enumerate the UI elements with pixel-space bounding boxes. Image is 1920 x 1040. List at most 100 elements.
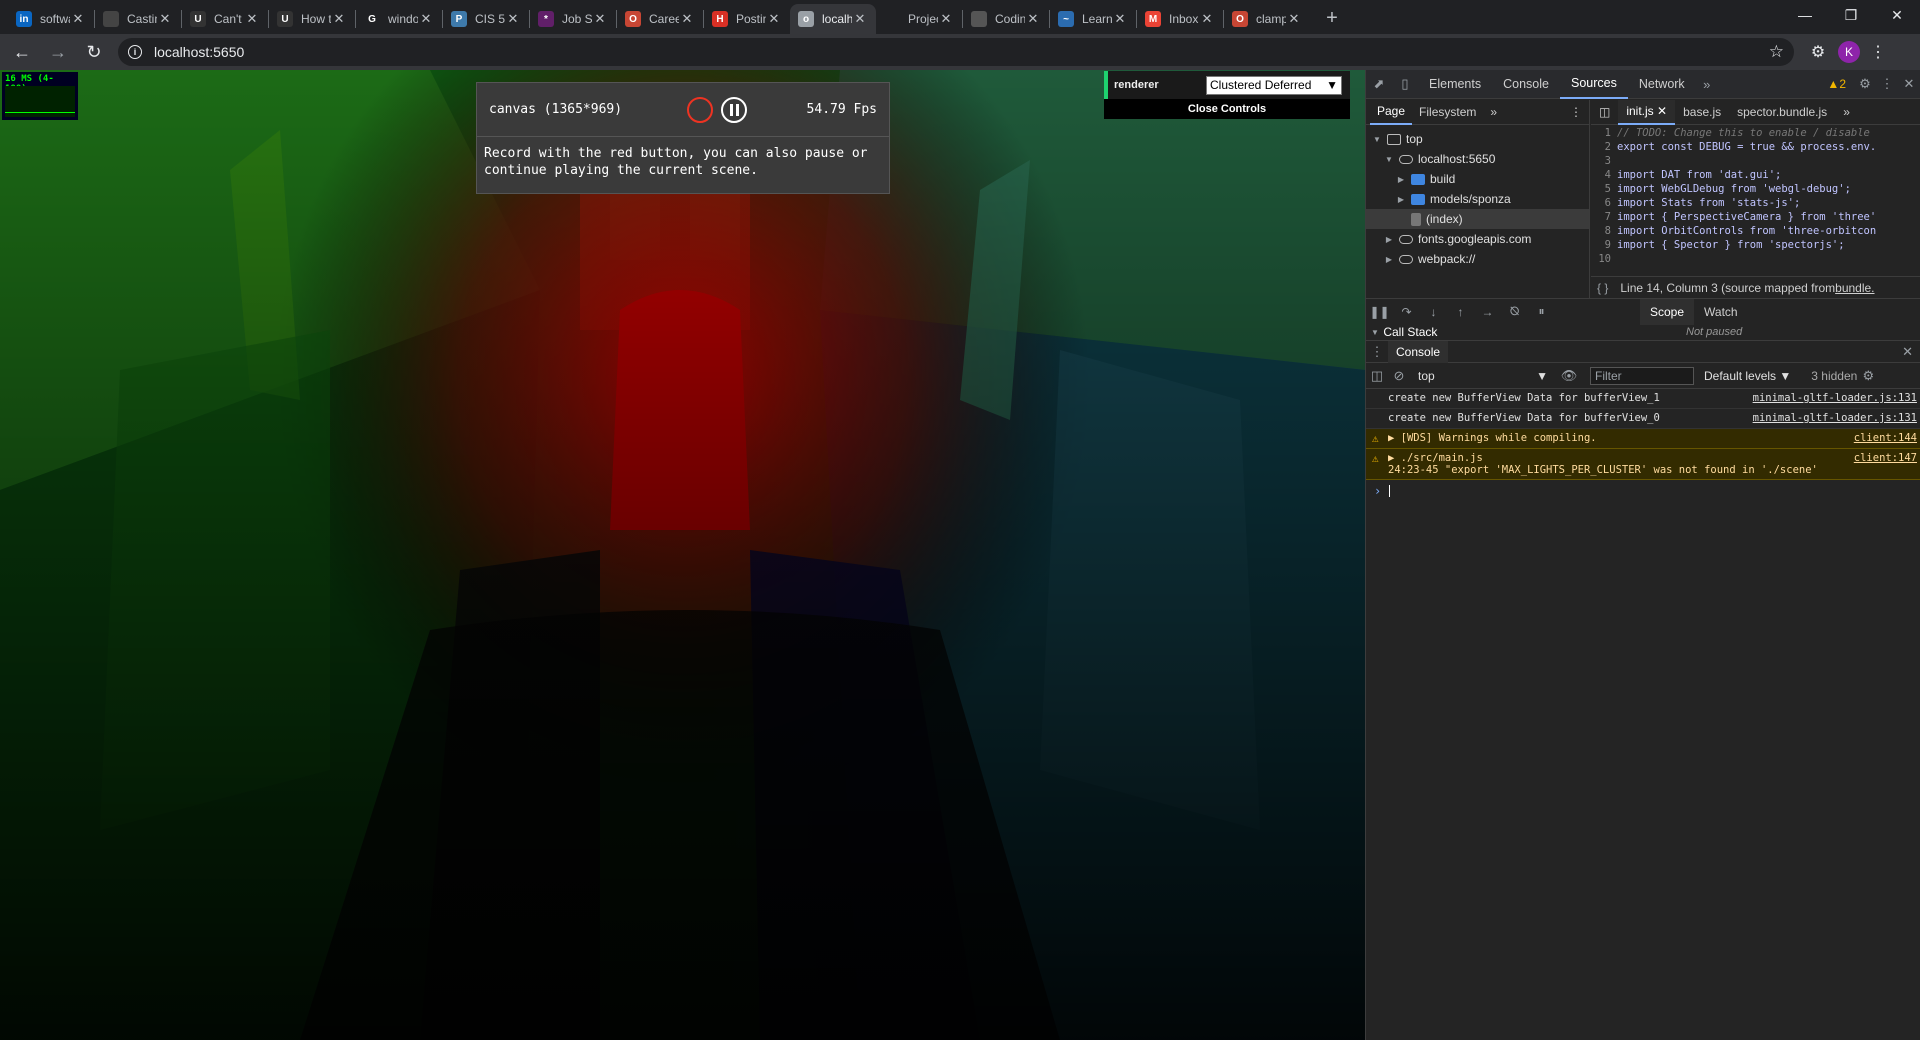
address-bar[interactable]: i localhost:5650 ☆: [118, 38, 1794, 66]
browser-tab[interactable]: P CIS 565✕: [443, 4, 529, 34]
line-number[interactable]: 2: [1591, 141, 1617, 155]
tree-item[interactable]: ▶ webpack://: [1366, 249, 1589, 269]
back-icon[interactable]: ←: [8, 38, 36, 66]
close-tab-icon[interactable]: ✕: [418, 11, 434, 27]
call-stack-header[interactable]: ▼ Call Stack: [1366, 324, 1640, 340]
tab-network[interactable]: Network: [1628, 70, 1696, 99]
message-source-link[interactable]: minimal-gltf-loader.js:131: [1753, 412, 1917, 424]
source-code[interactable]: 1// TODO: Change this to enable / disabl…: [1591, 125, 1920, 267]
warnings-badge[interactable]: ▲2: [1827, 77, 1846, 91]
message-source-link[interactable]: client:144: [1854, 432, 1917, 444]
source-map-link[interactable]: bundle.: [1835, 281, 1874, 295]
extensions-icon[interactable]: ⚙: [1806, 42, 1830, 62]
line-number[interactable]: 1: [1591, 127, 1617, 141]
close-tab-icon[interactable]: ✕: [938, 11, 954, 27]
tree-item[interactable]: ▶ build: [1366, 169, 1589, 189]
url-text[interactable]: localhost:5650: [154, 44, 1769, 60]
toggle-navigator-icon[interactable]: ◫: [1591, 100, 1618, 125]
step-icon[interactable]: →: [1474, 305, 1501, 319]
record-button[interactable]: [687, 96, 713, 123]
console-filter-input[interactable]: Filter: [1590, 366, 1694, 385]
drawer-menu-icon[interactable]: ⋮: [1366, 344, 1388, 360]
browser-tab[interactable]: Coding L✕: [963, 4, 1049, 34]
close-tab-icon[interactable]: ✕: [331, 11, 347, 27]
nav-tab-filesystem[interactable]: Filesystem: [1412, 100, 1483, 125]
close-devtools-icon[interactable]: ✕: [1898, 76, 1920, 92]
expand-arrow-icon[interactable]: ▶: [1396, 175, 1406, 184]
restore-icon[interactable]: ❐: [1828, 0, 1874, 30]
browser-tab[interactable]: in software✕: [8, 4, 94, 34]
editor-tab-base-js[interactable]: base.js: [1675, 100, 1729, 125]
browser-tab[interactable]: * Job Softw✕: [530, 4, 616, 34]
webgl-canvas[interactable]: 16 MS (4-188) canvas (1365*969) 54.79 Fp…: [0, 70, 1365, 1040]
console-sidebar-icon[interactable]: ◫: [1366, 368, 1388, 384]
step-over-icon[interactable]: ↷: [1393, 305, 1420, 319]
minimize-icon[interactable]: —: [1782, 0, 1828, 30]
tree-item[interactable]: ▼ localhost:5650: [1366, 149, 1589, 169]
close-window-icon[interactable]: ✕: [1874, 0, 1920, 30]
expand-arrow-icon[interactable]: ▶: [1384, 255, 1394, 264]
browser-tab[interactable]: ~ LearnOp✕: [1050, 4, 1136, 34]
browser-tab[interactable]: U How to✕: [269, 4, 355, 34]
console-settings-icon[interactable]: ⚙: [1857, 368, 1879, 384]
message-source-link[interactable]: client:147: [1854, 452, 1917, 464]
browser-tab[interactable]: U Can't Pla✕: [182, 4, 268, 34]
editor-tab-spector-bundle[interactable]: spector.bundle.js: [1729, 100, 1835, 125]
close-tab-icon[interactable]: ✕: [852, 11, 868, 27]
settings-gear-icon[interactable]: ⚙: [1854, 76, 1876, 92]
editor-tab-init-js[interactable]: init.js ✕: [1618, 99, 1676, 125]
expand-arrow-icon[interactable]: ▶: [1396, 195, 1406, 204]
more-nav-tabs-icon[interactable]: »: [1483, 100, 1504, 125]
browser-tab[interactable]: H Postings✕: [704, 4, 790, 34]
browser-menu-icon[interactable]: ⋮: [1868, 42, 1888, 62]
close-tab-icon[interactable]: ✕: [679, 11, 695, 27]
expand-arrow-icon[interactable]: ▶: [1384, 235, 1394, 244]
line-number[interactable]: 10: [1591, 253, 1617, 267]
tree-item[interactable]: ▼ top: [1366, 129, 1589, 149]
canvas-selector[interactable]: canvas (1365*969): [489, 102, 675, 117]
reload-icon[interactable]: ↻: [80, 38, 108, 66]
devtools-menu-icon[interactable]: ⋮: [1876, 76, 1898, 92]
live-expression-eye-icon[interactable]: 👁: [1558, 368, 1580, 384]
pause-script-icon[interactable]: ❚❚: [1366, 305, 1393, 319]
close-controls-button[interactable]: Close Controls: [1104, 99, 1350, 119]
tab-console[interactable]: Console: [1492, 70, 1560, 99]
browser-tab[interactable]: Casting✕: [95, 4, 181, 34]
step-into-icon[interactable]: ↓: [1420, 305, 1447, 319]
console-drawer-tab[interactable]: Console: [1388, 340, 1449, 363]
tree-item[interactable]: ▶ fonts.googleapis.com: [1366, 229, 1589, 249]
tab-watch[interactable]: Watch: [1694, 299, 1748, 325]
tree-item[interactable]: ▶ models/sponza: [1366, 189, 1589, 209]
expand-arrow-icon[interactable]: ▼: [1384, 155, 1394, 164]
more-tabs-icon[interactable]: »: [1696, 77, 1718, 92]
close-tab-icon[interactable]: ✕: [1112, 11, 1128, 27]
pretty-print-icon[interactable]: { }: [1597, 281, 1608, 295]
close-tab-icon[interactable]: ✕: [766, 11, 782, 27]
step-out-icon[interactable]: ↑: [1447, 305, 1474, 319]
device-toolbar-icon[interactable]: ▯: [1392, 70, 1418, 99]
clear-console-icon[interactable]: ⊘: [1388, 368, 1410, 384]
profile-avatar[interactable]: K: [1838, 41, 1860, 63]
message-source-link[interactable]: minimal-gltf-loader.js:131: [1753, 392, 1917, 404]
log-levels-dropdown[interactable]: Default levels ▼: [1704, 369, 1791, 383]
deactivate-breakpoints-icon[interactable]: ⦰: [1501, 304, 1528, 319]
close-tab-icon[interactable]: ✕: [505, 11, 521, 27]
browser-tab[interactable]: Gwindows✕: [356, 4, 442, 34]
close-tab-icon[interactable]: ✕: [1286, 11, 1302, 27]
line-number[interactable]: 6: [1591, 197, 1617, 211]
close-drawer-icon[interactable]: ✕: [1902, 344, 1913, 360]
close-tab-icon[interactable]: ✕: [592, 11, 608, 27]
line-number[interactable]: 5: [1591, 183, 1617, 197]
browser-tab[interactable]: Oclamp -✕: [1224, 4, 1310, 34]
pause-on-exceptions-icon[interactable]: ⏸: [1528, 304, 1555, 319]
line-number[interactable]: 8: [1591, 225, 1617, 239]
console-prompt[interactable]: ›: [1366, 480, 1920, 502]
expand-arrow-icon[interactable]: ▼: [1372, 135, 1382, 144]
tab-sources[interactable]: Sources: [1559, 70, 1628, 99]
tree-item[interactable]: (index): [1366, 209, 1589, 229]
line-number[interactable]: 7: [1591, 211, 1617, 225]
nav-menu-icon[interactable]: ⋮: [1563, 100, 1589, 125]
close-tab-icon[interactable]: ✕: [1025, 11, 1041, 27]
close-tab-icon[interactable]: ✕: [244, 11, 260, 27]
inspect-element-icon[interactable]: ⬈: [1366, 70, 1392, 99]
